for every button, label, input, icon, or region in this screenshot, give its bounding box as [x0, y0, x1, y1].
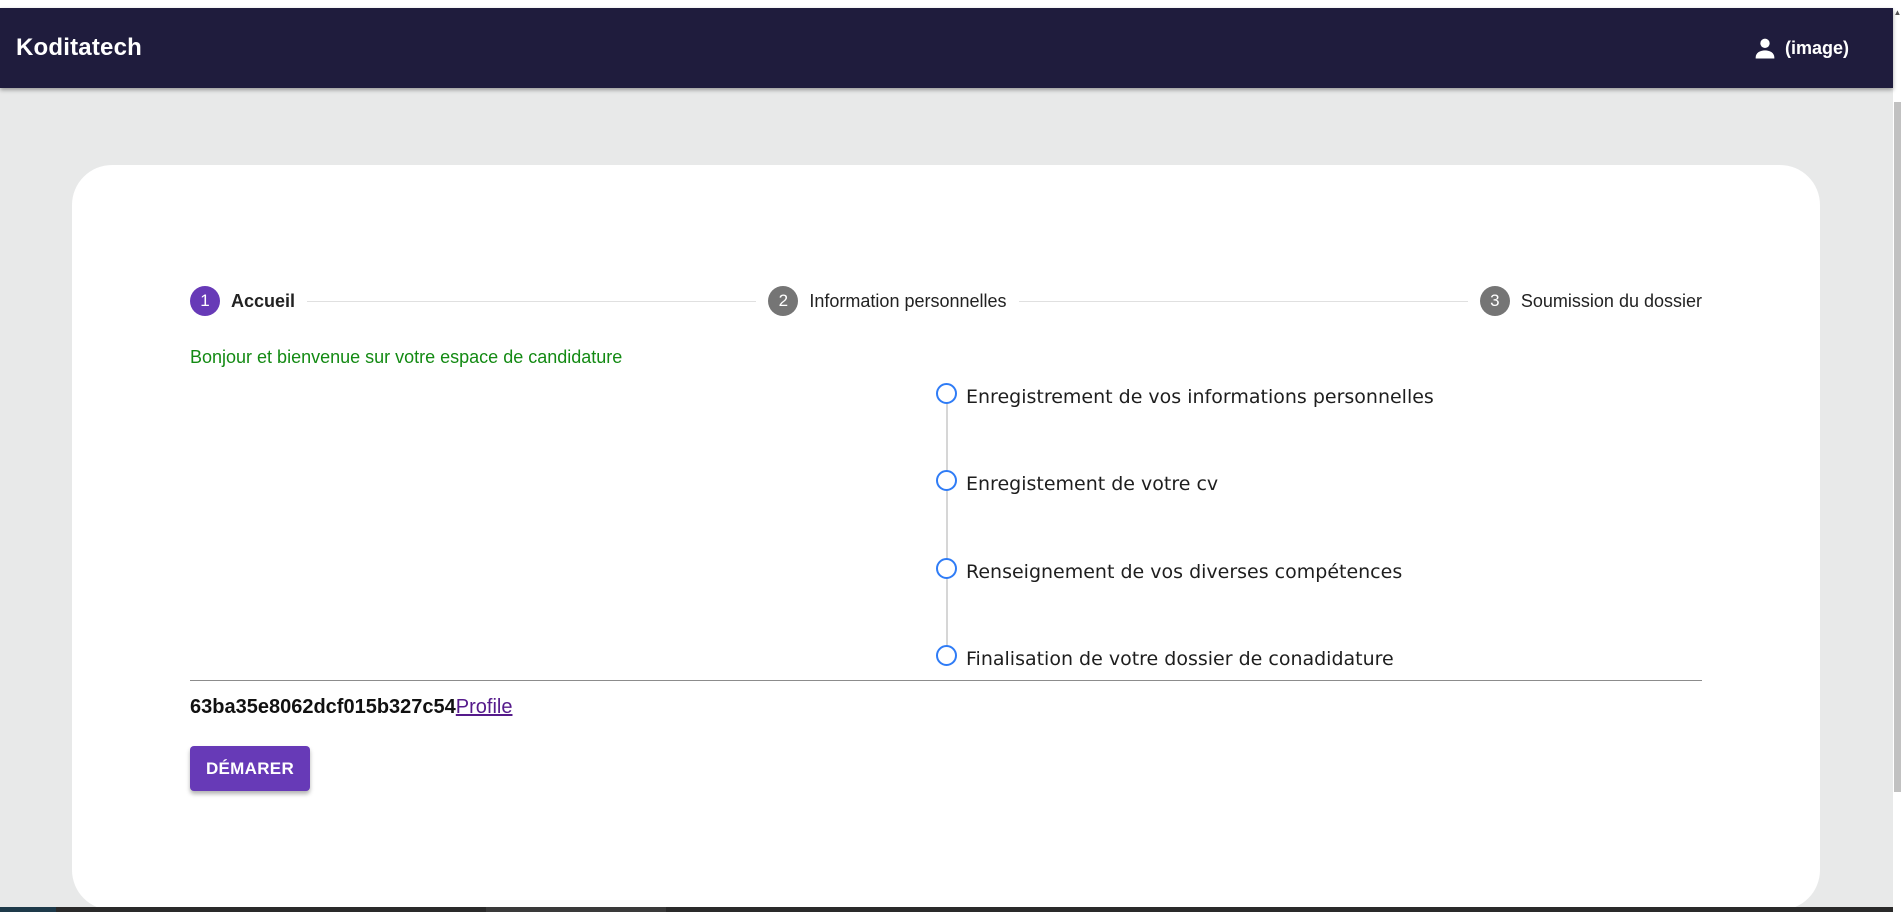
- step-number-badge: 3: [1479, 286, 1510, 316]
- timeline-item: Renseignement de vos diverses compétence…: [936, 558, 1402, 583]
- timeline-dot-icon: [936, 558, 957, 579]
- profile-link[interactable]: Profile: [456, 696, 513, 718]
- step-accueil[interactable]: 1 Accueil: [190, 286, 295, 316]
- taskbar-strip: [0, 907, 1893, 912]
- scroll-thumb[interactable]: [1894, 102, 1901, 792]
- welcome-message: Bonjour et bienvenue sur votre espace de…: [190, 347, 623, 367]
- taskbar-segment: [0, 907, 56, 912]
- step-label: Soumission du dossier: [1520, 290, 1702, 311]
- step-information-personnelles[interactable]: 2 Information personnelles: [768, 286, 1007, 316]
- step-connector: [307, 300, 757, 302]
- timeline-item-label: Enregistement de votre cv: [966, 473, 1219, 495]
- step-label: Accueil: [231, 290, 296, 311]
- step-connector: [1018, 300, 1468, 302]
- app-bar: Koditatech (image): [0, 8, 1893, 88]
- timeline-item: Enregistement de votre cv: [936, 470, 1218, 495]
- timeline-dot-icon: [936, 383, 957, 404]
- timeline-item: Enregistrement de vos informations perso…: [936, 383, 1434, 408]
- candidature-card: 1 Accueil 2 Information personnelles 3 S…: [72, 165, 1820, 910]
- user-image-label: (image): [1784, 37, 1849, 58]
- stepper: 1 Accueil 2 Information personnelles 3 S…: [190, 285, 1702, 317]
- step-number-badge: 2: [768, 286, 799, 316]
- timeline-item-label: Enregistrement de vos informations perso…: [966, 386, 1434, 408]
- user-id-row: 63ba35e8062dcf015b327c54Profile: [190, 696, 512, 719]
- timeline-item: Finalisation de votre dossier de conadid…: [936, 645, 1394, 670]
- person-icon: [1755, 38, 1775, 59]
- step-soumission-dossier[interactable]: 3 Soumission du dossier: [1479, 286, 1702, 316]
- user-id: 63ba35e8062dcf015b327c54: [190, 696, 456, 718]
- timeline-dot-icon: [936, 645, 957, 666]
- scroll-up-arrow-icon[interactable]: ▲: [1893, 8, 1902, 22]
- section-divider: [190, 680, 1702, 681]
- timeline-item-label: Finalisation de votre dossier de conadid…: [966, 648, 1394, 670]
- taskbar-segment: [486, 907, 666, 912]
- step-number-badge: 1: [190, 286, 220, 316]
- timeline-item-label: Renseignement de vos diverses compétence…: [966, 561, 1403, 583]
- window-top-strip: [0, 0, 1902, 8]
- timeline-connector: [946, 395, 948, 657]
- start-button[interactable]: DÉMARER: [190, 746, 310, 791]
- page-scrollbar[interactable]: ▲: [1893, 8, 1902, 912]
- timeline-dot-icon: [936, 470, 957, 491]
- brand-title[interactable]: Koditatech: [16, 34, 142, 62]
- process-timeline: Enregistrement de vos informations perso…: [936, 383, 1636, 673]
- step-label: Information personnelles: [809, 290, 1007, 311]
- user-menu[interactable]: (image): [1751, 34, 1849, 62]
